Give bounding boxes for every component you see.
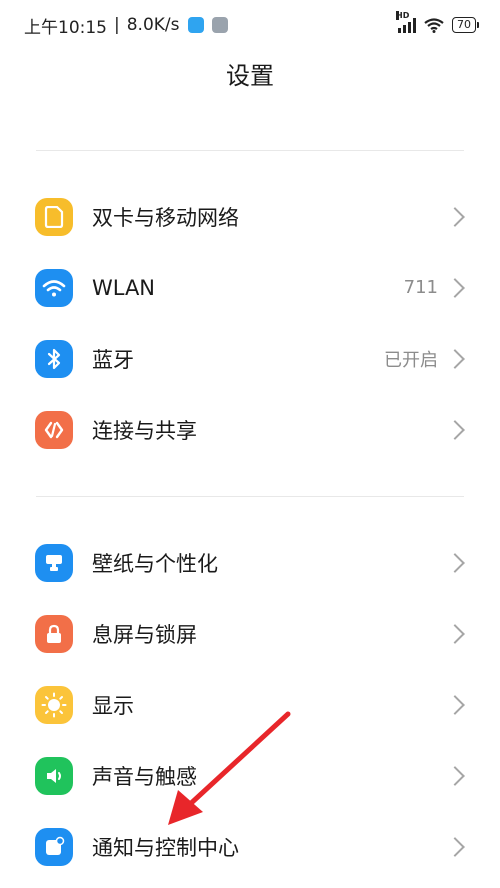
settings-item-label: 双卡与移动网络 bbox=[92, 205, 239, 230]
chevron-right-icon bbox=[445, 694, 465, 715]
status-separator: | bbox=[114, 15, 120, 35]
settings-item-notifications[interactable]: 通知与控制中心 bbox=[0, 811, 500, 882]
status-left: 上午10:15 | 8.0K/s bbox=[24, 13, 228, 38]
status-bar: 上午10:15 | 8.0K/s HD 70 bbox=[0, 0, 500, 50]
sun-icon bbox=[35, 685, 73, 724]
settings-item-lock-screen[interactable]: 息屏与锁屏 bbox=[0, 598, 500, 669]
settings-group-connectivity: 双卡与移动网络 WLAN 711 蓝牙 已开启 连接与共享 bbox=[0, 181, 500, 465]
speaker-icon bbox=[35, 756, 73, 795]
chevron-right-icon bbox=[445, 623, 465, 644]
divider-top bbox=[36, 150, 464, 151]
settings-item-label: 壁纸与个性化 bbox=[92, 551, 218, 576]
chevron-right-icon bbox=[445, 206, 465, 227]
notification-icon bbox=[35, 827, 73, 866]
chevron-right-icon bbox=[445, 765, 465, 786]
page-title: 设置 bbox=[226, 62, 274, 90]
settings-item-label: 蓝牙 bbox=[92, 347, 134, 372]
battery-level: 70 bbox=[457, 18, 471, 31]
settings-item-bluetooth[interactable]: 蓝牙 已开启 bbox=[0, 323, 500, 394]
settings-item-display[interactable]: 显示 bbox=[0, 669, 500, 740]
notification-app-icon-2 bbox=[211, 17, 228, 33]
settings-item-sound[interactable]: 声音与触感 bbox=[0, 740, 500, 811]
status-time: 上午10:15 bbox=[24, 17, 107, 38]
notification-app-icon bbox=[187, 17, 204, 33]
cell-signal-icon: HD bbox=[396, 11, 416, 33]
battery-icon: 70 bbox=[452, 17, 479, 33]
settings-item-value: 已开启 bbox=[384, 349, 438, 371]
network-speed: 8.0K/s bbox=[126, 15, 180, 35]
settings-item-wallpaper[interactable]: 壁纸与个性化 bbox=[0, 527, 500, 598]
settings-group-personalization: 壁纸与个性化 息屏与锁屏 显示 声音与触感 通知与控制中心 bbox=[0, 527, 500, 882]
lock-icon bbox=[35, 614, 73, 653]
bluetooth-icon bbox=[35, 339, 73, 378]
settings-item-value: 711 bbox=[403, 277, 438, 298]
settings-item-label: 声音与触感 bbox=[92, 764, 197, 789]
chevron-right-icon bbox=[445, 277, 465, 298]
chevron-right-icon bbox=[445, 836, 465, 857]
network-type-label: HD bbox=[396, 11, 410, 20]
settings-item-label: 息屏与锁屏 bbox=[92, 622, 197, 647]
wallpaper-icon bbox=[35, 543, 73, 582]
divider-middle bbox=[36, 496, 464, 497]
settings-item-label: WLAN bbox=[92, 275, 156, 300]
settings-item-connection-sharing[interactable]: 连接与共享 bbox=[0, 394, 500, 465]
chevron-right-icon bbox=[445, 552, 465, 573]
settings-item-label: 显示 bbox=[92, 693, 134, 718]
settings-item-label: 连接与共享 bbox=[92, 418, 197, 443]
sim-card-icon bbox=[35, 197, 73, 236]
wifi-status-icon bbox=[424, 18, 444, 33]
settings-item-wlan[interactable]: WLAN 711 bbox=[0, 252, 500, 323]
settings-item-label: 通知与控制中心 bbox=[92, 835, 239, 860]
chevron-right-icon bbox=[445, 348, 465, 369]
chevron-right-icon bbox=[445, 419, 465, 440]
status-right: HD 70 bbox=[396, 11, 479, 33]
wifi-icon bbox=[35, 268, 73, 307]
share-connection-icon bbox=[35, 410, 73, 449]
settings-item-sim-network[interactable]: 双卡与移动网络 bbox=[0, 181, 500, 252]
